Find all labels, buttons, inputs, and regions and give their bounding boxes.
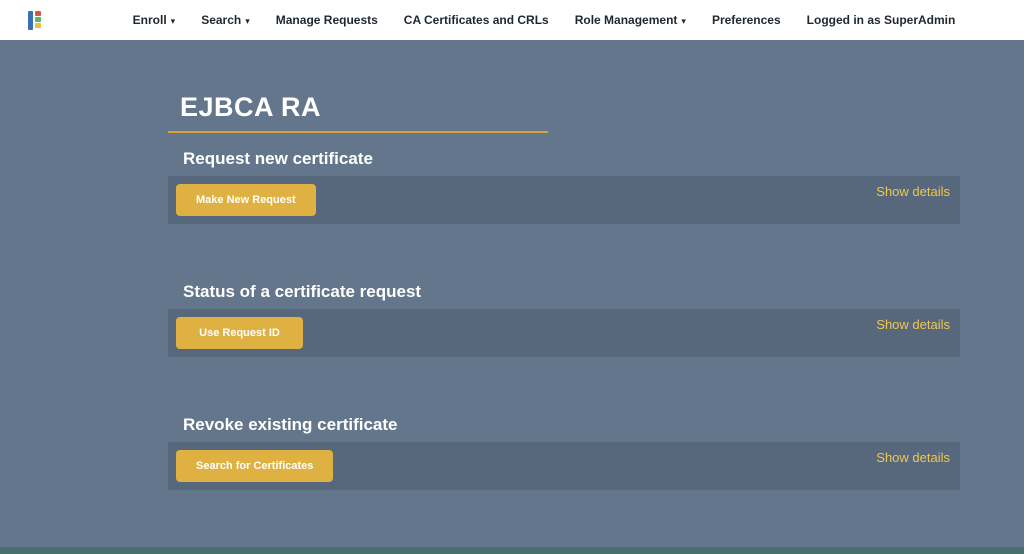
chevron-down-icon: ▾: [171, 16, 176, 27]
chevron-down-icon: ▾: [681, 16, 686, 27]
section-status-of-certificate-request: Status of a certificate request Use Requ…: [168, 282, 1024, 357]
section-request-new-certificate: Request new certificate Make New Request…: [168, 149, 1024, 224]
nav-item-preferences[interactable]: Preferences: [712, 13, 781, 27]
nav-item-ca-certificates-crls[interactable]: CA Certificates and CRLs: [404, 13, 549, 27]
search-for-certificates-button[interactable]: Search for Certificates: [176, 450, 333, 482]
section-revoke-existing-certificate: Revoke existing certificate Search for C…: [168, 415, 1024, 490]
logo-squares: [35, 11, 41, 30]
main-nav: Enroll ▾ Search ▾ Manage Requests CA Cer…: [84, 13, 1004, 27]
footer-strip: [0, 547, 1024, 554]
show-details-link[interactable]: Show details: [876, 184, 950, 199]
make-new-request-button[interactable]: Make New Request: [176, 184, 316, 216]
logo-blue-bar: [28, 11, 33, 30]
ejbca-logo[interactable]: [28, 11, 44, 30]
nav-item-preferences-label: Preferences: [712, 13, 781, 27]
nav-item-enroll-label: Enroll: [133, 13, 167, 27]
top-navigation-bar: Enroll ▾ Search ▾ Manage Requests CA Cer…: [0, 0, 1024, 40]
show-details-link[interactable]: Show details: [876, 450, 950, 465]
nav-item-logged-in-as-label: Logged in as SuperAdmin: [807, 13, 956, 27]
logo-green-square: [35, 17, 41, 22]
nav-item-manage-requests[interactable]: Manage Requests: [276, 13, 378, 27]
section-panel: Search for Certificates Show details: [168, 442, 960, 490]
nav-item-manage-requests-label: Manage Requests: [276, 13, 378, 27]
show-details-link[interactable]: Show details: [876, 317, 950, 332]
use-request-id-button[interactable]: Use Request ID: [176, 317, 303, 349]
main-content: EJBCA RA Request new certificate Make Ne…: [0, 40, 1024, 490]
section-panel: Use Request ID Show details: [168, 309, 960, 357]
nav-item-search[interactable]: Search ▾: [201, 13, 250, 27]
nav-item-search-label: Search: [201, 13, 241, 27]
nav-item-enroll[interactable]: Enroll ▾: [133, 13, 176, 27]
nav-item-role-management-label: Role Management: [575, 13, 678, 27]
section-panel: Make New Request Show details: [168, 176, 960, 224]
section-heading: Status of a certificate request: [168, 282, 1024, 302]
section-heading: Request new certificate: [168, 149, 1024, 169]
nav-item-ca-certificates-crls-label: CA Certificates and CRLs: [404, 13, 549, 27]
title-underline: [168, 131, 548, 133]
page-title: EJBCA RA: [168, 92, 1024, 123]
section-heading: Revoke existing certificate: [168, 415, 1024, 435]
chevron-down-icon: ▾: [245, 16, 250, 27]
logo-red-square: [35, 11, 41, 16]
nav-item-role-management[interactable]: Role Management ▾: [575, 13, 686, 27]
logo-yellow-square: [35, 23, 41, 28]
nav-item-logged-in-as[interactable]: Logged in as SuperAdmin: [807, 13, 956, 27]
